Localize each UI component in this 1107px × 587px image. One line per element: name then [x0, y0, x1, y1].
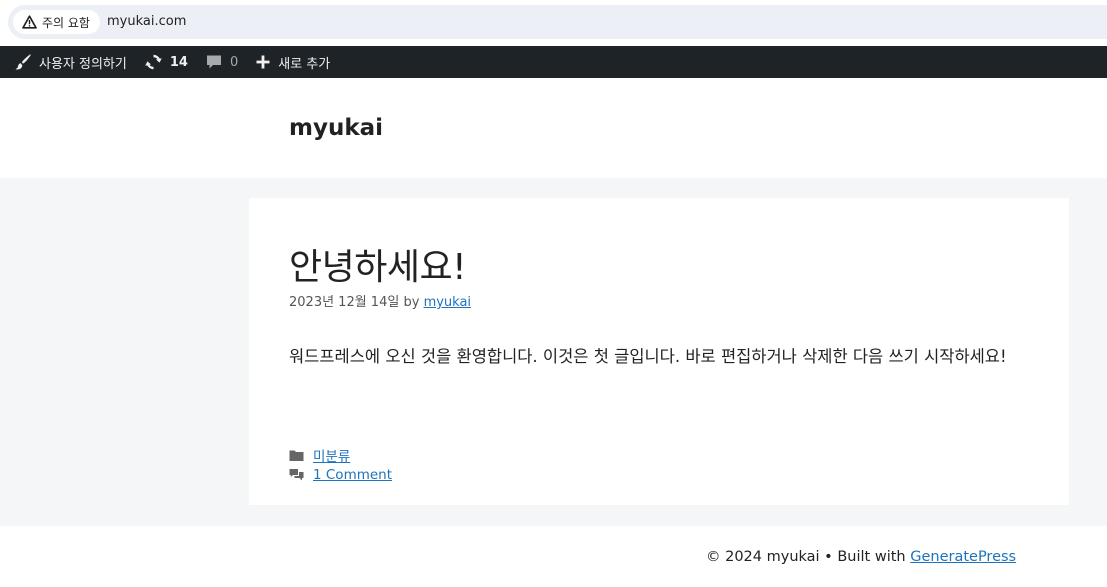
security-label: 주의 요함: [42, 15, 90, 30]
content-area: 안녕하세요! 2023년 12월 14일 by myukai 워드프레스에 오신…: [0, 178, 1107, 526]
post-title: 안녕하세요!: [289, 247, 467, 288]
copyright-text: © 2024 myukai • Built with: [706, 549, 911, 565]
post-article: 안녕하세요! 2023년 12월 14일 by myukai 워드프레스에 오신…: [249, 198, 1069, 505]
theme-link[interactable]: GeneratePress: [910, 549, 1016, 565]
footer-copyright: © 2024 myukai • Built with GeneratePress: [706, 549, 1016, 565]
post-by: by: [403, 295, 420, 310]
comments-link[interactable]: 1 Comment: [313, 467, 392, 483]
updates-button[interactable]: 14: [144, 46, 188, 78]
warning-triangle-icon: [22, 15, 37, 29]
updates-count: 14: [169, 54, 188, 70]
customize-label: 사용자 정의하기: [39, 56, 127, 72]
post-comments-row: 1 Comment: [289, 467, 392, 483]
site-title[interactable]: myukai: [289, 115, 383, 141]
security-indicator[interactable]: 주의 요함: [13, 10, 100, 34]
plus-icon: [256, 55, 270, 69]
comments-count: 0: [229, 54, 239, 70]
new-content-label: 새로 추가: [278, 56, 331, 72]
speech-bubble-icon: [206, 55, 221, 69]
site-footer: © 2024 myukai • Built with GeneratePress: [0, 526, 1107, 587]
category-link[interactable]: 미분류: [313, 445, 350, 465]
new-content-button[interactable]: 새로 추가: [255, 46, 330, 78]
site-header: myukai: [0, 78, 1107, 178]
post-body: 워드프레스에 오신 것을 환영합니다. 이것은 첫 글입니다. 바로 편집하거나…: [289, 347, 1007, 366]
post-author-link[interactable]: myukai: [424, 295, 471, 310]
browser-toolbar: 주의 요함 myukai.com: [0, 0, 1107, 45]
address-bar[interactable]: 주의 요함 myukai.com: [8, 5, 1107, 39]
post-category-row: 미분류: [289, 445, 350, 465]
post-date: 2023년 12월 14일: [289, 295, 400, 310]
comments-icon: [289, 469, 304, 481]
admin-bar: 사용자 정의하기 14 0 새로 추가: [0, 46, 1107, 78]
comments-button[interactable]: 0: [205, 46, 238, 78]
customize-button[interactable]: 사용자 정의하기: [14, 46, 127, 78]
paintbrush-icon: [15, 54, 31, 70]
folder-icon: [289, 450, 304, 461]
refresh-icon: [145, 54, 162, 70]
post-meta: 2023년 12월 14일 by myukai: [289, 291, 471, 310]
url-text[interactable]: myukai.com: [107, 14, 186, 29]
